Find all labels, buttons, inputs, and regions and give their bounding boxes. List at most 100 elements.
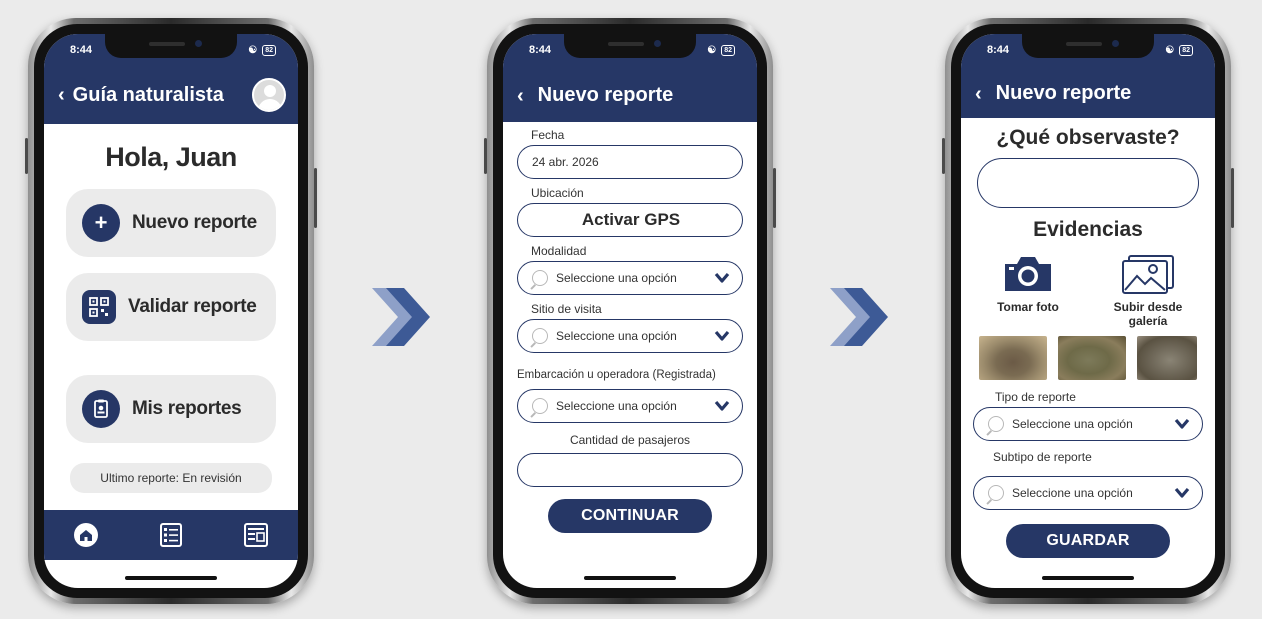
modality-label: Modalidad	[531, 244, 587, 258]
search-icon	[532, 398, 548, 414]
passengers-label: Cantidad de pasajeros	[569, 433, 691, 447]
my-reports-button[interactable]: Mis reportes	[66, 375, 276, 443]
plus-icon: +	[82, 204, 120, 242]
modality-select[interactable]: Seleccione una opción	[517, 261, 743, 295]
gallery-icon	[1122, 255, 1174, 294]
vessel-value: Seleccione una opción	[556, 399, 677, 413]
save-button[interactable]: GUARDAR	[1006, 524, 1170, 558]
status-time: 8:44	[987, 44, 1010, 56]
search-icon	[988, 416, 1004, 432]
chevron-down-icon	[714, 400, 730, 411]
next-arrow-icon	[830, 288, 888, 346]
upload-gallery-label: Subir desde galería	[1113, 300, 1183, 328]
menu-label: Mis reportes	[132, 398, 242, 419]
home-indicator	[1042, 576, 1134, 580]
location-label: Ubicación	[531, 186, 584, 200]
modality-value: Seleccione una opción	[556, 271, 677, 285]
report-type-value: Seleccione una opción	[1012, 417, 1133, 431]
home-indicator	[125, 576, 217, 580]
date-field[interactable]: 24 abr. 2026	[517, 145, 743, 179]
volume-button	[484, 138, 487, 174]
new-report-screen: 8:44 ☯ 82 ‹ Nuevo reporte Fecha 24 abr. …	[503, 34, 757, 588]
next-arrow-icon	[372, 288, 430, 346]
gps-label: Activar GPS	[581, 210, 681, 229]
notch	[564, 34, 696, 58]
home-indicator	[584, 576, 676, 580]
date-value: 24 abr. 2026	[532, 155, 599, 169]
continue-label: CONTINUAR	[581, 507, 679, 524]
vessel-select[interactable]: Seleccione una opción	[517, 389, 743, 423]
power-button	[773, 168, 776, 228]
take-photo-button[interactable]: Tomar foto	[983, 254, 1073, 314]
power-button	[1231, 168, 1234, 228]
passengers-input[interactable]	[517, 453, 743, 487]
chevron-down-icon	[714, 330, 730, 341]
qr-code-icon	[82, 290, 116, 324]
report-subtype-label: Subtipo de reporte	[993, 450, 1092, 464]
report-subtype-select[interactable]: Seleccione una opción	[973, 476, 1203, 510]
new-report-button[interactable]: + Nuevo reporte	[66, 189, 276, 257]
evidence-thumbnail[interactable]	[1058, 336, 1126, 380]
evidence-title: Evidencias	[1033, 218, 1143, 241]
volume-button	[25, 138, 28, 174]
reports-icon[interactable]	[243, 522, 269, 548]
phone-frame-home: 8:44 ☯ 82 ‹ Guía naturalista Hola, Juan …	[25, 18, 317, 604]
save-label: GUARDAR	[1046, 532, 1130, 549]
search-icon	[988, 485, 1004, 501]
greeting: Hola, Juan	[105, 142, 237, 172]
continue-button[interactable]: CONTINUAR	[548, 499, 712, 533]
validate-report-button[interactable]: Validar reporte	[66, 273, 276, 341]
take-photo-label: Tomar foto	[997, 300, 1059, 314]
site-value: Seleccione una opción	[556, 329, 677, 343]
notch	[105, 34, 237, 58]
page-title: Guía naturalista	[72, 83, 224, 106]
battery-icon: 82	[721, 44, 735, 56]
report-type-label: Tipo de reporte	[995, 390, 1076, 404]
clipboard-icon	[82, 390, 120, 428]
observation-input[interactable]	[977, 158, 1199, 208]
list-icon[interactable]	[158, 522, 184, 548]
chevron-down-icon	[714, 272, 730, 283]
volume-button	[942, 138, 945, 174]
menu-label: Nuevo reporte	[132, 212, 257, 233]
power-button	[314, 168, 317, 228]
search-icon	[532, 270, 548, 286]
search-icon	[532, 328, 548, 344]
site-select[interactable]: Seleccione una opción	[517, 319, 743, 353]
back-icon[interactable]: ‹	[58, 85, 65, 105]
menu-label: Validar reporte	[128, 296, 257, 317]
vessel-label: Embarcación u operadora (Registrada)	[517, 369, 716, 381]
status-time: 8:44	[70, 44, 93, 56]
report-type-select[interactable]: Seleccione una opción	[973, 407, 1203, 441]
bottom-nav	[44, 510, 298, 560]
site-label: Sitio de visita	[531, 302, 602, 316]
phone-frame-observation: 8:44 ☯ 82 ‹ Nuevo reporte ¿Qué observast…	[942, 18, 1234, 604]
activate-gps-button[interactable]: Activar GPS	[517, 203, 743, 237]
observation-question: ¿Qué observaste?	[996, 126, 1180, 149]
battery-icon: 82	[262, 44, 276, 56]
wifi-icon: ☯	[707, 44, 717, 56]
upload-gallery-button[interactable]: Subir desde galería	[1103, 254, 1193, 328]
evidence-thumbnail[interactable]	[979, 336, 1047, 380]
last-report-status: Ultimo reporte: En revisión	[70, 463, 272, 493]
wifi-icon: ☯	[1165, 44, 1175, 56]
page-title: Nuevo reporte	[537, 84, 674, 106]
avatar[interactable]	[252, 78, 286, 112]
notch	[1022, 34, 1154, 58]
back-icon[interactable]: ‹	[517, 86, 524, 106]
home-screen: 8:44 ☯ 82 ‹ Guía naturalista Hola, Juan …	[44, 34, 298, 588]
camera-icon	[1005, 257, 1051, 291]
battery-icon: 82	[1179, 44, 1193, 56]
home-icon[interactable]	[73, 522, 99, 548]
back-icon[interactable]: ‹	[975, 84, 982, 104]
chevron-down-icon	[1174, 487, 1190, 498]
date-label: Fecha	[531, 128, 565, 142]
observation-screen: 8:44 ☯ 82 ‹ Nuevo reporte ¿Qué observast…	[961, 34, 1215, 588]
report-subtype-value: Seleccione una opción	[1012, 486, 1133, 500]
evidence-thumbnail[interactable]	[1137, 336, 1197, 380]
wifi-icon: ☯	[248, 44, 258, 56]
status-time: 8:44	[529, 44, 552, 56]
evidence-thumbnails	[973, 336, 1203, 380]
phone-frame-new-report: 8:44 ☯ 82 ‹ Nuevo reporte Fecha 24 abr. …	[484, 18, 776, 604]
chevron-down-icon	[1174, 418, 1190, 429]
